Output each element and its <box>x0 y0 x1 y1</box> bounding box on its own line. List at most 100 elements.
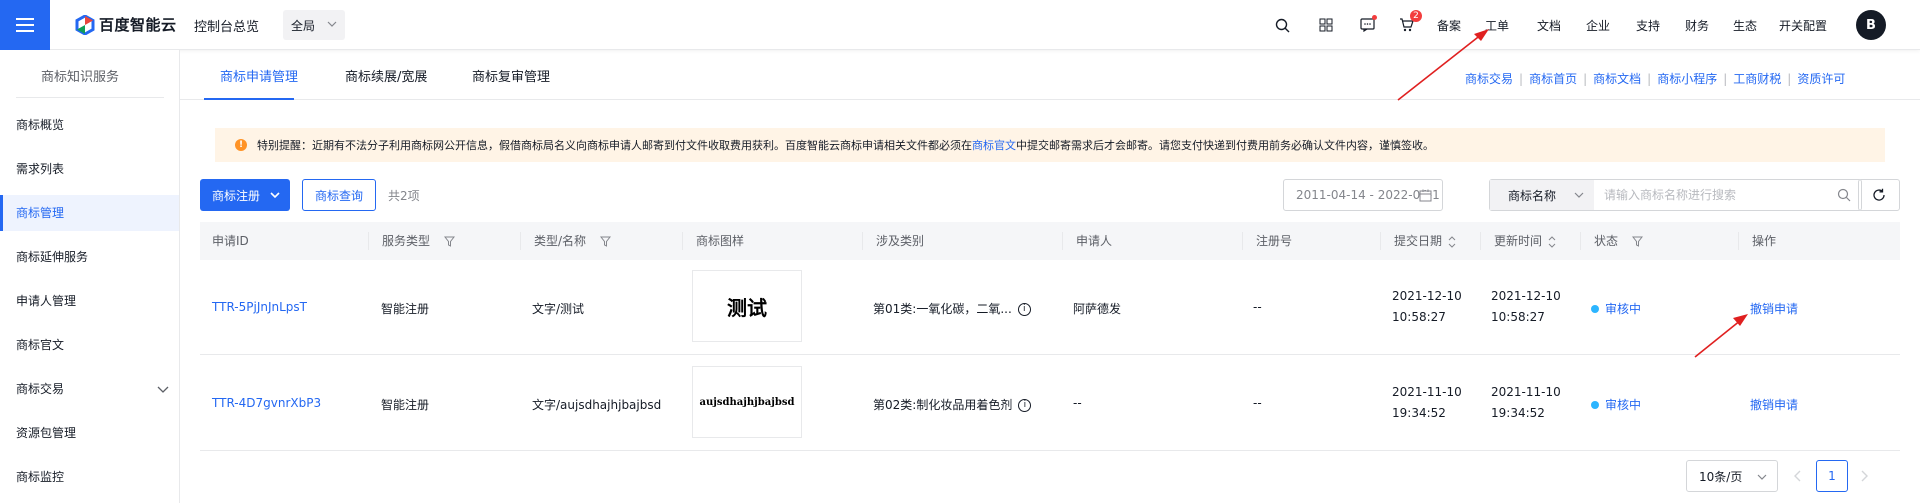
page-number[interactable]: 1 <box>1816 460 1848 492</box>
reg-no: -- <box>1253 396 1262 410</box>
search-field-value: 商标名称 <box>1508 188 1557 203</box>
sidebar-title: 商标知识服务 <box>40 70 119 85</box>
unread-dot <box>1372 15 1377 20</box>
category: 第02类:制化妆品用着色剂 i <box>873 396 1032 413</box>
search-field-select[interactable]: 商标名称 <box>1490 180 1594 210</box>
nav-enterprise[interactable]: 企业 <box>1586 17 1610 34</box>
nav-docs[interactable]: 文档 <box>1537 17 1561 34</box>
sidebar-item-trademark-management[interactable]: 商标管理 <box>0 195 179 231</box>
nav-switch-config[interactable]: 开关配置 <box>1779 17 1827 34</box>
quick-link-miniprogram[interactable]: 商标小程序 <box>1657 72 1717 86</box>
info-icon[interactable]: i <box>1018 399 1032 412</box>
service-type: 智能注册 <box>381 302 430 316</box>
message-icon[interactable] <box>1357 15 1377 35</box>
col-service-type: 服务类型 <box>370 222 456 260</box>
cart-badge: 2 <box>1410 10 1422 22</box>
trademark-image[interactable]: 测试 <box>692 270 802 342</box>
application-id-link[interactable]: TTR-5PjJnJnLpsT <box>212 300 307 314</box>
trademark-text: 测试 <box>727 295 767 320</box>
top-navbar: 百度智能云 控制台总览 全局 2 备案 工单 文档 企业 支持 财务 生态 开关… <box>0 0 1920 50</box>
nav-ticket[interactable]: 工单 <box>1485 17 1509 34</box>
filter-icon[interactable] <box>444 236 456 247</box>
col-type-name: 类型/名称 <box>522 222 612 260</box>
prev-page-icon[interactable] <box>1792 468 1804 484</box>
submit-datetime: 2021-11-10 19:34:52 <box>1392 385 1462 420</box>
register-button-label: 商标注册 <box>212 188 261 203</box>
warning-notice: ! 特别提醒：近期有不法分子利用商标网公开信息，假借商标局名义向商标申请人邮寄到… <box>215 128 1885 162</box>
filter-icon[interactable] <box>1632 236 1644 247</box>
console-overview-link[interactable]: 控制台总览 <box>194 16 259 35</box>
sort-icon[interactable] <box>1448 235 1456 248</box>
quick-link-docs[interactable]: 商标文档 <box>1593 72 1641 86</box>
sidebar-item-official-documents[interactable]: 商标官文 <box>0 327 179 363</box>
category: 第01类:一氧化碳，二氧... i <box>873 300 1031 317</box>
chevron-down-icon <box>157 386 169 393</box>
tab-renewal[interactable]: 商标续展/宽展 <box>345 66 427 85</box>
update-datetime: 2021-12-10 10:58:27 <box>1491 289 1561 324</box>
info-icon[interactable]: i <box>1017 303 1031 316</box>
cart-icon[interactable]: 2 <box>1396 10 1422 35</box>
next-page-icon[interactable] <box>1858 468 1870 484</box>
grid-apps-icon[interactable] <box>1316 15 1336 35</box>
brand-name: 百度智能云 <box>99 16 177 34</box>
sidebar-item-monitoring[interactable]: 商标监控 <box>0 459 179 495</box>
trademark-text: aujsdhajhjbajbsd <box>699 396 795 408</box>
query-trademark-button[interactable]: 商标查询 <box>302 179 376 211</box>
quick-link-tax[interactable]: 工商财税 <box>1733 72 1781 86</box>
tab-review[interactable]: 商标复审管理 <box>472 66 550 85</box>
trademark-image[interactable]: aujsdhajhjbajbsd <box>692 366 802 438</box>
col-submit-date: 提交日期 <box>1382 222 1456 260</box>
chevron-down-icon <box>1574 192 1584 198</box>
search-icon[interactable] <box>1837 188 1851 202</box>
col-category: 涉及类别 <box>876 234 925 248</box>
application-id-link[interactable]: TTR-4D7gvnrXbP3 <box>212 396 321 410</box>
nav-support[interactable]: 支持 <box>1636 17 1660 34</box>
tab-application-management[interactable]: 商标申请管理 <box>220 66 298 85</box>
col-actions: 操作 <box>1752 234 1777 248</box>
search-icon[interactable] <box>1272 15 1292 35</box>
sidebar-item-requirements[interactable]: 需求列表 <box>0 151 179 187</box>
quick-link-home[interactable]: 商标首页 <box>1529 72 1577 86</box>
sidebar-item-extension-service[interactable]: 商标延伸服务 <box>0 239 179 275</box>
nav-finance[interactable]: 财务 <box>1685 17 1709 34</box>
date-range-picker[interactable]: 2011-04-14 - 2022-04-1 <box>1283 179 1443 211</box>
filter-icon[interactable] <box>600 236 612 247</box>
page-size-select[interactable]: 10条/页 <box>1686 460 1778 492</box>
revoke-application-link[interactable]: 撤销申请 <box>1750 396 1798 413</box>
quick-link-trade[interactable]: 商标交易 <box>1465 72 1513 86</box>
region-select[interactable]: 全局 <box>283 10 345 40</box>
search-combo: 商标名称 <box>1489 179 1862 211</box>
sort-icon[interactable] <box>1548 235 1556 248</box>
revoke-application-link[interactable]: 撤销申请 <box>1750 300 1798 317</box>
nav-beian[interactable]: 备案 <box>1437 17 1461 34</box>
notice-official-docs-link[interactable]: 商标官文 <box>972 137 1016 153</box>
register-trademark-button[interactable]: 商标注册 <box>200 179 290 211</box>
avatar[interactable]: B <box>1856 10 1886 40</box>
sidebar-item-trademark-trade[interactable]: 商标交易 <box>0 371 179 407</box>
sidebar-item-overview[interactable]: 商标概览 <box>0 107 179 143</box>
link-separator: | <box>1647 72 1652 86</box>
link-separator: | <box>1787 72 1792 86</box>
applicant: -- <box>1073 396 1082 410</box>
quick-link-license[interactable]: 资质许可 <box>1797 72 1845 86</box>
menu-hamburger-icon[interactable] <box>0 0 50 50</box>
update-datetime: 2021-11-10 19:34:52 <box>1491 385 1561 420</box>
calendar-icon <box>1419 189 1432 202</box>
nav-ecosystem[interactable]: 生态 <box>1733 17 1757 34</box>
sidebar-item-resource-packs[interactable]: 资源包管理 <box>0 415 179 451</box>
search-input[interactable] <box>1604 180 1824 210</box>
table-header: 申请ID 服务类型 类型/名称 商标图样 涉及类别 申请人 注册号 提交日期 更… <box>200 222 1900 260</box>
quick-links: 商标交易 | 商标首页 | 商标文档 | 商标小程序 | 工商财税 | 资质许可 <box>1465 70 1845 87</box>
table-row: TTR-5PjJnJnLpsT 智能注册 文字/测试 测试 第01类:一氧化碳，… <box>200 260 1900 355</box>
status-badge: 审核中 <box>1591 396 1641 413</box>
chevron-down-icon <box>270 192 280 199</box>
brand-logo[interactable]: 百度智能云 <box>75 14 177 35</box>
submit-datetime: 2021-12-10 10:58:27 <box>1392 289 1462 324</box>
notice-text-after: 中提交邮寄需求后才会邮寄。请您支付快递到付费用前务必确认文件内容，谨慎签收。 <box>1016 139 1434 152</box>
sidebar-item-applicant-management[interactable]: 申请人管理 <box>0 283 179 319</box>
col-update-time: 更新时间 <box>1482 222 1556 260</box>
refresh-button[interactable] <box>1858 179 1900 211</box>
sidebar-item-label: 商标交易 <box>16 382 65 396</box>
col-status: 状态 <box>1582 222 1644 260</box>
col-application-id: 申请ID <box>212 234 249 248</box>
